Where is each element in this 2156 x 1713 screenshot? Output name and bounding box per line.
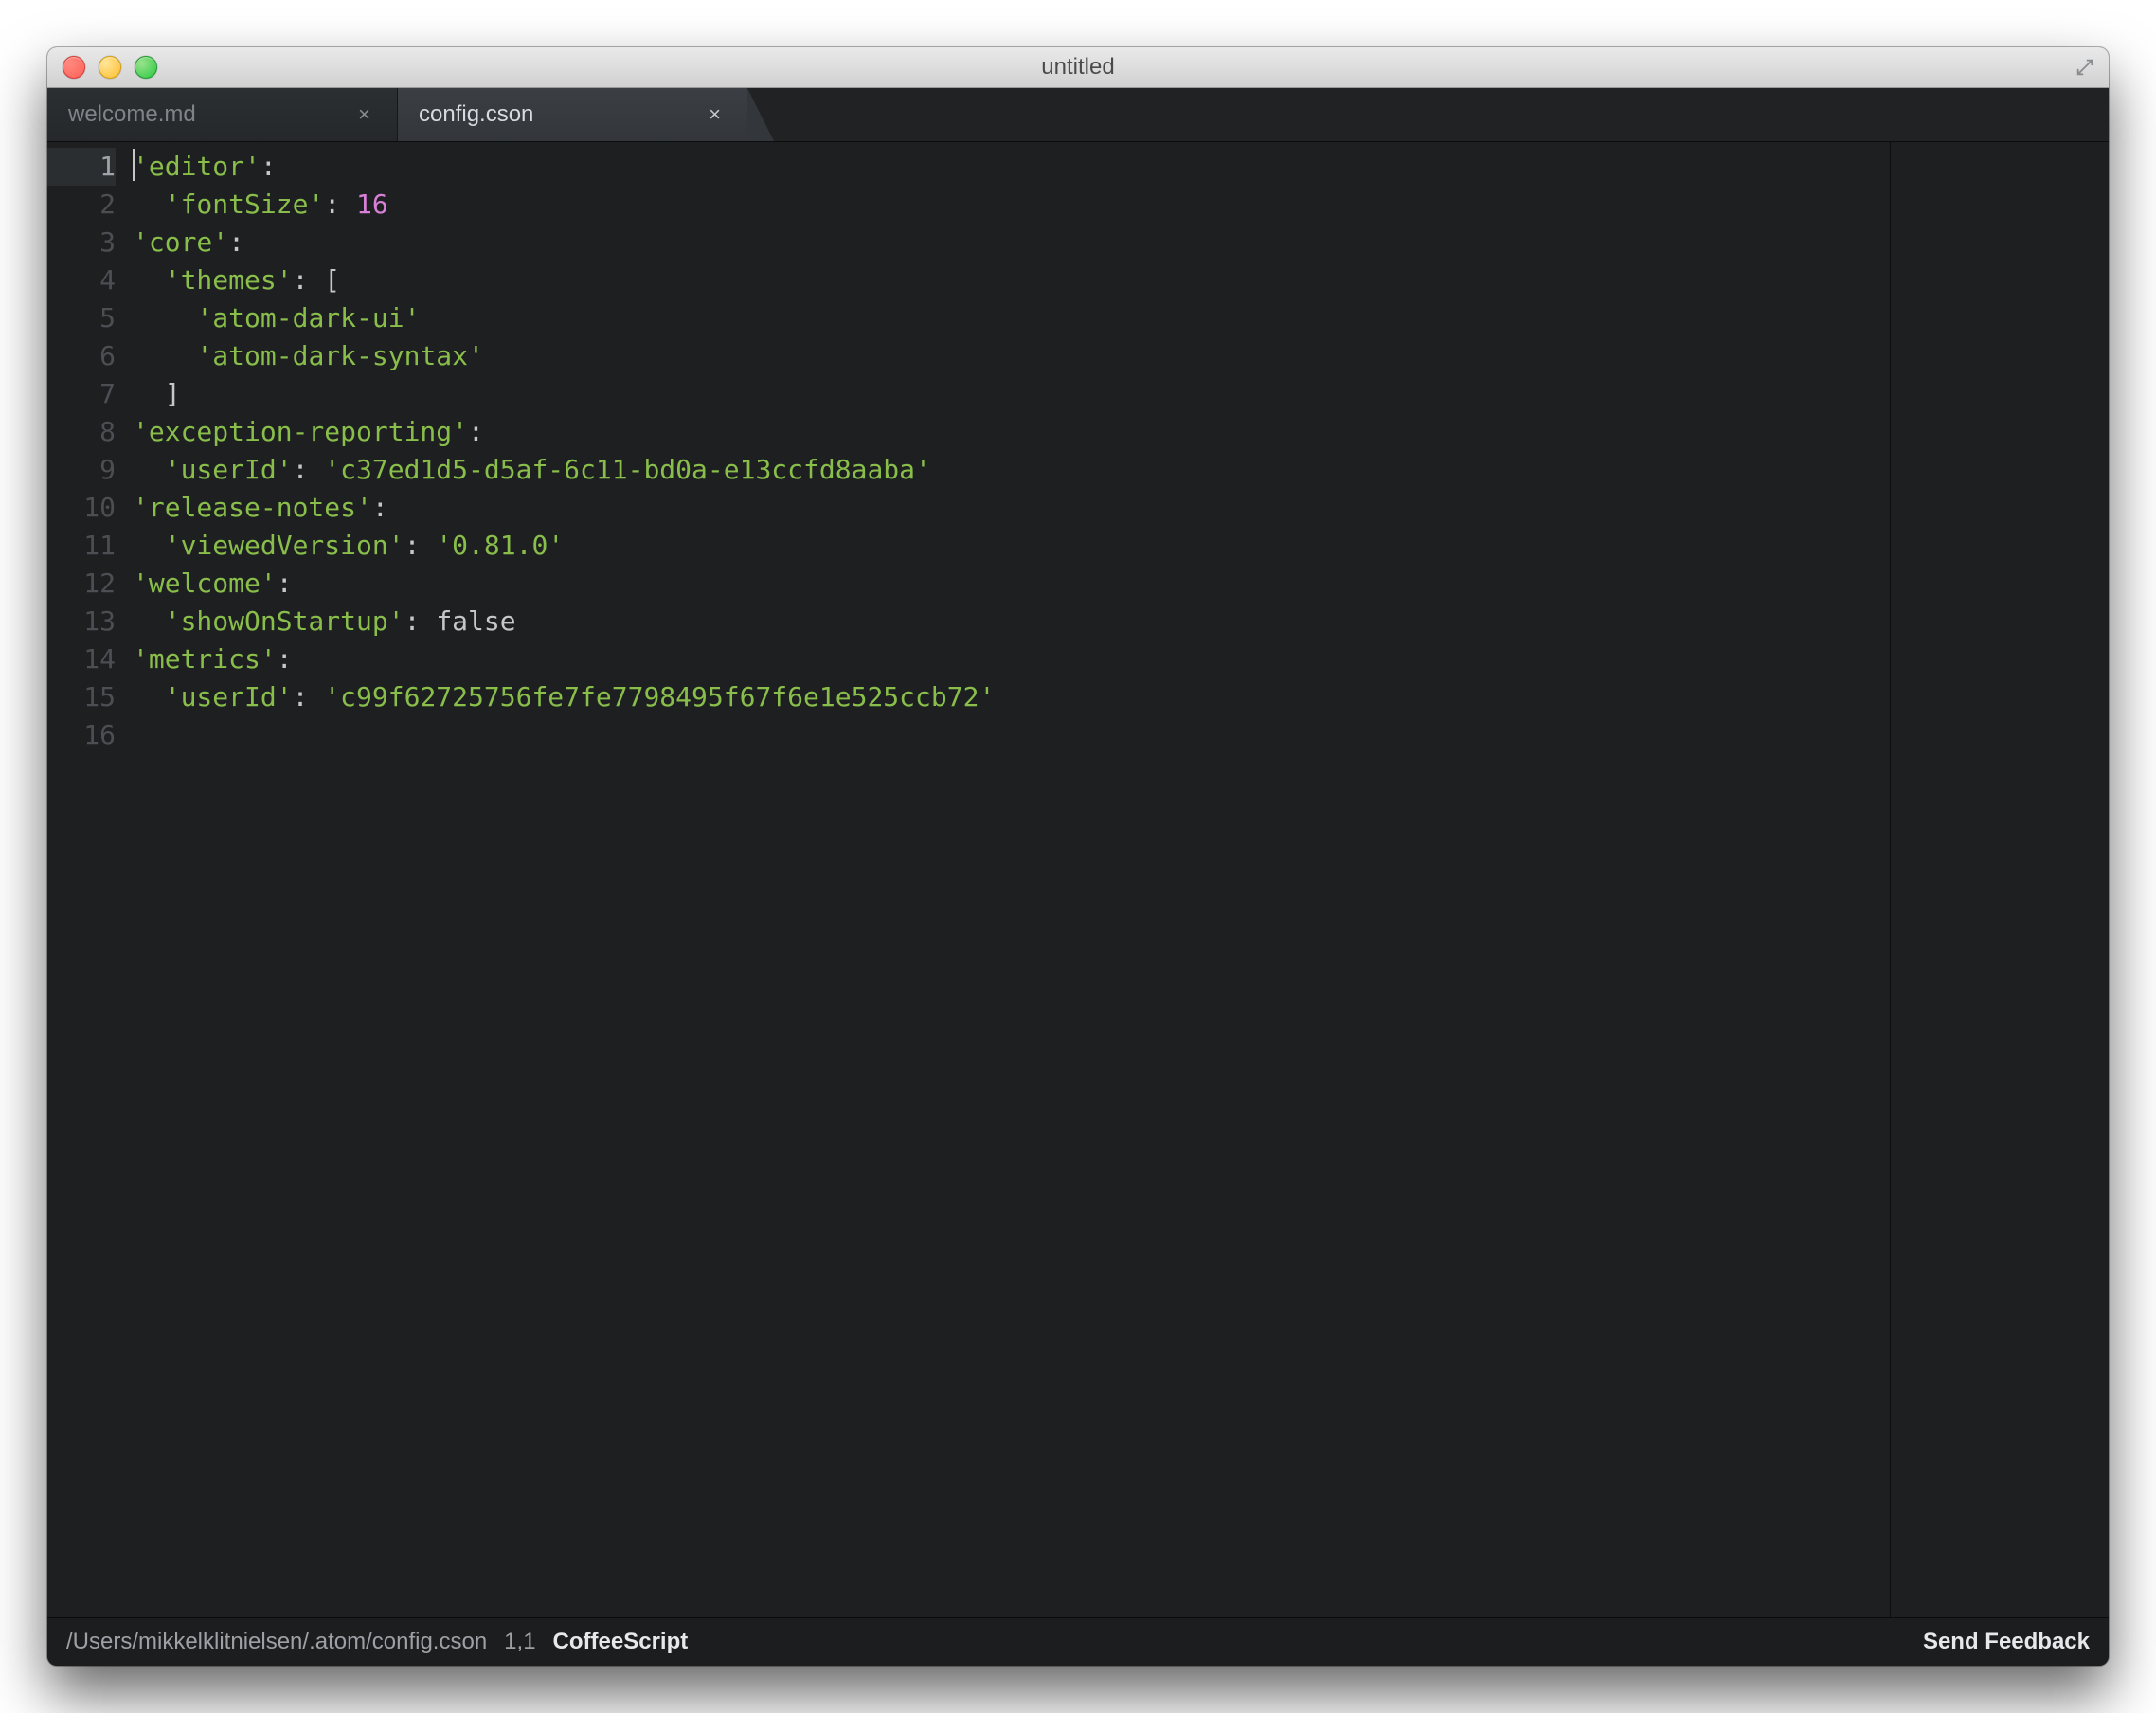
- close-icon[interactable]: ×: [703, 100, 727, 129]
- line-number-gutter: 12345678910111213141516: [47, 142, 129, 1617]
- code-line: 'core':: [133, 224, 1890, 261]
- code-line: 'editor':: [133, 148, 1890, 186]
- titlebar: untitled: [47, 47, 2109, 88]
- line-number: 1: [47, 148, 116, 186]
- line-number: 6: [47, 337, 116, 375]
- code-line: 'userId': 'c99f62725756fe7fe7798495f67f6…: [133, 678, 1890, 716]
- status-language[interactable]: CoffeeScript: [553, 1629, 689, 1655]
- code-line: 'themes': [: [133, 261, 1890, 299]
- window-zoom-button[interactable]: [135, 56, 157, 79]
- line-number: 15: [47, 678, 116, 716]
- status-cursor-position: 1,1: [504, 1629, 535, 1655]
- close-icon[interactable]: ×: [352, 100, 376, 129]
- minimap[interactable]: [1890, 142, 2109, 1617]
- code-line: 'fontSize': 16: [133, 186, 1890, 224]
- send-feedback-button[interactable]: Send Feedback: [1923, 1629, 2090, 1655]
- code-line: ]: [133, 375, 1890, 413]
- window-title: untitled: [47, 54, 2109, 81]
- tab-label: welcome.md: [68, 101, 352, 128]
- line-number: 8: [47, 413, 116, 451]
- code-line: 'metrics':: [133, 640, 1890, 678]
- code-line: 'atom-dark-ui': [133, 299, 1890, 337]
- tab-label: config.cson: [419, 101, 703, 128]
- code-line: 'release-notes':: [133, 489, 1890, 527]
- editor-window: untitled welcome.md × config.cson × 123: [47, 47, 2109, 1666]
- code-line: 'userId': 'c37ed1d5-d5af-6c11-bd0a-e13cc…: [133, 451, 1890, 489]
- fullscreen-icon[interactable]: [2073, 55, 2097, 80]
- code-line: [133, 716, 1890, 754]
- code-line: 'welcome':: [133, 565, 1890, 603]
- traffic-lights: [47, 56, 157, 79]
- line-number: 13: [47, 603, 116, 640]
- editor-area: 12345678910111213141516 'editor': 'fontS…: [47, 142, 2109, 1617]
- status-bar: /Users/mikkelklitnielsen/.atom/config.cs…: [47, 1617, 2109, 1666]
- line-number: 14: [47, 640, 116, 678]
- code-line: 'atom-dark-syntax': [133, 337, 1890, 375]
- line-number: 3: [47, 224, 116, 261]
- window-minimize-button[interactable]: [99, 56, 121, 79]
- line-number: 5: [47, 299, 116, 337]
- line-number: 9: [47, 451, 116, 489]
- line-number: 4: [47, 261, 116, 299]
- code-line: 'viewedVersion': '0.81.0': [133, 527, 1890, 565]
- line-number: 12: [47, 565, 116, 603]
- line-number: 7: [47, 375, 116, 413]
- code-line: 'exception-reporting':: [133, 413, 1890, 451]
- code-editor[interactable]: 'editor': 'fontSize': 16'core': 'themes'…: [129, 142, 1890, 1617]
- window-close-button[interactable]: [63, 56, 85, 79]
- line-number: 16: [47, 716, 116, 754]
- line-number: 2: [47, 186, 116, 224]
- code-line: 'showOnStartup': false: [133, 603, 1890, 640]
- line-number: 11: [47, 527, 116, 565]
- status-file-path: /Users/mikkelklitnielsen/.atom/config.cs…: [66, 1629, 487, 1655]
- tab-welcome[interactable]: welcome.md ×: [47, 88, 398, 141]
- line-number: 10: [47, 489, 116, 527]
- tab-config[interactable]: config.cson ×: [398, 88, 748, 141]
- tab-bar: welcome.md × config.cson ×: [47, 88, 2109, 142]
